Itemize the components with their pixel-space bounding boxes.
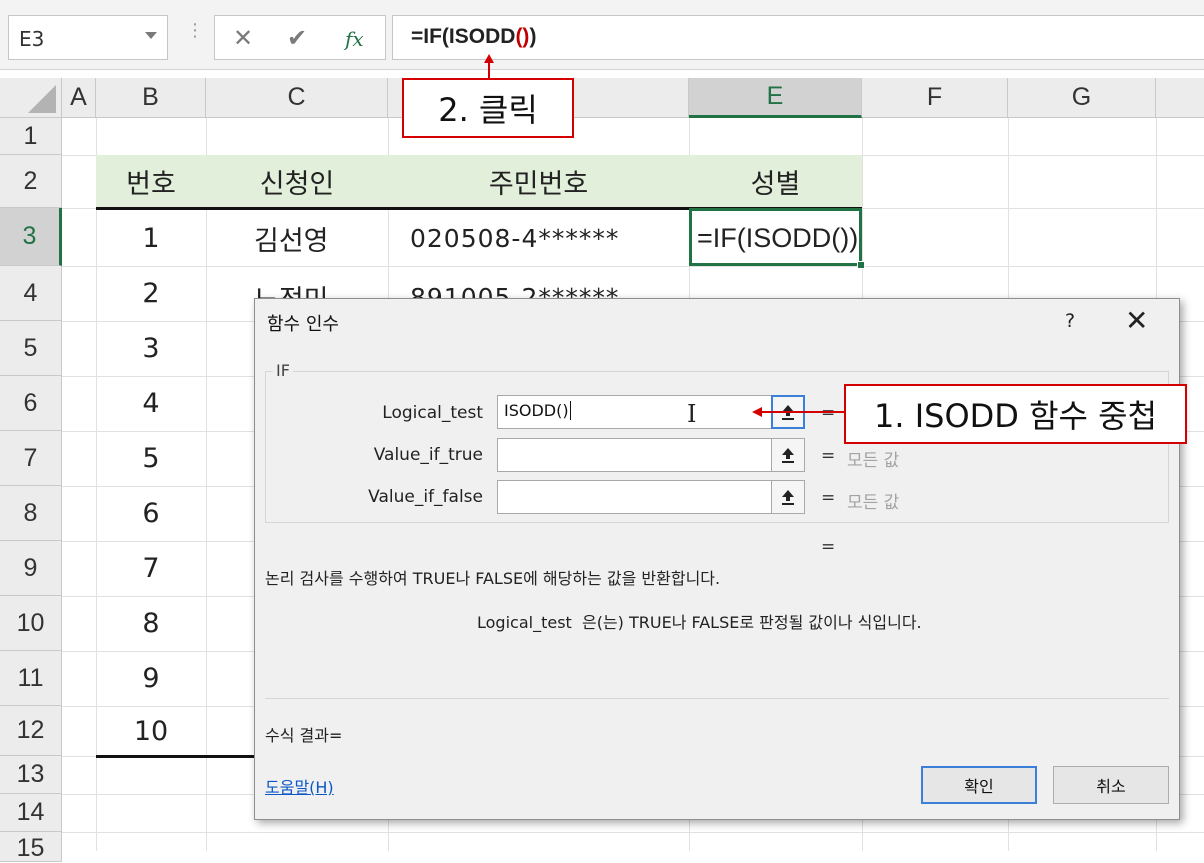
- select-all-corner[interactable]: [0, 78, 62, 118]
- row-header-10[interactable]: 10: [0, 596, 62, 651]
- help-icon[interactable]: ?: [1065, 310, 1075, 332]
- chevron-down-icon[interactable]: [145, 32, 157, 39]
- collapse-arrow-icon: [782, 448, 794, 463]
- table-header-gender[interactable]: 성별: [689, 155, 862, 208]
- cell-b3[interactable]: 1: [96, 210, 206, 266]
- arg-label-value-if-false: Value_if_false: [368, 487, 483, 507]
- formula-suffix: ): [529, 25, 537, 48]
- active-cell-border: [689, 208, 865, 269]
- col-header-b[interactable]: B: [96, 78, 206, 118]
- row-header-11[interactable]: 11: [0, 651, 62, 706]
- cell-b4[interactable]: 2: [96, 266, 206, 321]
- formula-text: =IF(ISODD()): [411, 25, 536, 49]
- row-header-8[interactable]: 8: [0, 486, 62, 541]
- formula-prefix: =IF(ISODD: [411, 25, 516, 48]
- cell-c3[interactable]: 김선영: [254, 210, 388, 266]
- fill-handle[interactable]: [857, 261, 865, 269]
- logical-test-value: ISODD(): [504, 401, 569, 420]
- arg-eq-3: =: [821, 488, 836, 508]
- cancel-button[interactable]: 취소: [1053, 766, 1169, 804]
- cell-b7[interactable]: 5: [96, 431, 206, 486]
- cell-b12[interactable]: 10: [96, 706, 206, 756]
- cell-b9[interactable]: 7: [96, 541, 206, 596]
- drag-handle-icon[interactable]: ⋮: [186, 22, 204, 40]
- formula-paren: (): [515, 25, 530, 48]
- cell-b10[interactable]: 8: [96, 596, 206, 651]
- ok-button[interactable]: 확인: [921, 766, 1037, 804]
- value-if-true-input[interactable]: [497, 438, 773, 472]
- collapse-arrow-icon: [782, 490, 794, 505]
- name-box-value: E3: [19, 27, 45, 51]
- function-description: 논리 검사를 수행하여 TRUE나 FALSE에 해당하는 값을 반환합니다.: [265, 569, 721, 588]
- arg-hint-2: 모든 값: [847, 451, 900, 471]
- value-if-false-input[interactable]: [497, 480, 773, 514]
- row-header-3[interactable]: 3: [0, 208, 62, 266]
- logical-test-input[interactable]: ISODD(): [497, 395, 773, 429]
- argument-description-text: 은(는) TRUE나 FALSE로 판정될 값이나 식입니다.: [581, 613, 922, 632]
- row-header-2[interactable]: 2: [0, 155, 62, 208]
- arg-hint-3: 모든 값: [847, 493, 900, 513]
- table-header-applicant[interactable]: 신청인: [206, 155, 388, 208]
- arg-label-value-if-true: Value_if_true: [373, 445, 483, 465]
- arg-label-logical-test: Logical_test: [382, 403, 483, 423]
- row-header-15[interactable]: 15: [0, 832, 62, 862]
- formula-input[interactable]: =IF(ISODD()): [392, 15, 1204, 60]
- col-header-g[interactable]: G: [1008, 78, 1156, 118]
- function-result-eq: =: [821, 537, 836, 557]
- collapse-button-value-if-true[interactable]: [771, 438, 805, 472]
- insert-function-icon[interactable]: fx: [345, 27, 364, 51]
- group-label: IF: [273, 361, 293, 380]
- row-header-6[interactable]: 6: [0, 376, 62, 431]
- row-header-14[interactable]: 14: [0, 794, 62, 832]
- row-header-12[interactable]: 12: [0, 706, 62, 756]
- col-header-e[interactable]: E: [689, 78, 862, 118]
- argument-description: Logical_test 은(는) TRUE나 FALSE로 판정될 값이나 식…: [477, 609, 922, 633]
- name-box[interactable]: E3: [8, 15, 168, 60]
- cell-b8[interactable]: 6: [96, 486, 206, 541]
- col-header-a[interactable]: A: [62, 78, 96, 118]
- cell-b5[interactable]: 3: [96, 321, 206, 376]
- enter-icon[interactable]: ✔: [287, 24, 307, 52]
- cell-b11[interactable]: 9: [96, 651, 206, 706]
- row-header-13[interactable]: 13: [0, 756, 62, 794]
- col-header-f[interactable]: F: [862, 78, 1008, 118]
- formula-result: 수식 결과=: [265, 726, 343, 745]
- callout-step-2: 2. 클릭: [402, 78, 574, 138]
- row-header-1[interactable]: 1: [0, 118, 62, 155]
- callout-arrow-up: [484, 54, 494, 78]
- cell-b6[interactable]: 4: [96, 376, 206, 431]
- col-header-c[interactable]: C: [206, 78, 388, 118]
- callout-arrow-left: [752, 407, 846, 417]
- text-cursor-icon: I: [687, 400, 697, 428]
- cell-d3[interactable]: 020508-4******: [410, 210, 689, 266]
- row-header-7[interactable]: 7: [0, 431, 62, 486]
- function-arguments-dialog: 함수 인수 ? ✕ IF Logical_test ISODD() = Valu…: [254, 298, 1180, 820]
- col-header-h[interactable]: [1156, 78, 1204, 118]
- collapse-button-value-if-false[interactable]: [771, 480, 805, 514]
- table-header-resident-id[interactable]: 주민번호: [388, 155, 689, 208]
- row-header-5[interactable]: 5: [0, 321, 62, 376]
- arg-eq-2: =: [821, 446, 836, 466]
- close-icon[interactable]: ✕: [1125, 304, 1148, 337]
- table-header-no[interactable]: 번호: [96, 155, 206, 208]
- cancel-icon[interactable]: ✕: [233, 24, 253, 52]
- row-header-9[interactable]: 9: [0, 541, 62, 596]
- row-header-4[interactable]: 4: [0, 266, 62, 321]
- argument-description-name: Logical_test: [477, 613, 572, 632]
- callout-step-1: 1. ISODD 함수 중첩: [844, 384, 1187, 444]
- help-link[interactable]: 도움말(H): [265, 774, 334, 798]
- formula-buttons: ✕ ✔ fx: [214, 15, 386, 60]
- dialog-separator: [265, 698, 1169, 699]
- formula-bar: E3 ⋮ ✕ ✔ fx =IF(ISODD()): [0, 0, 1204, 70]
- dialog-title: 함수 인수: [267, 314, 339, 335]
